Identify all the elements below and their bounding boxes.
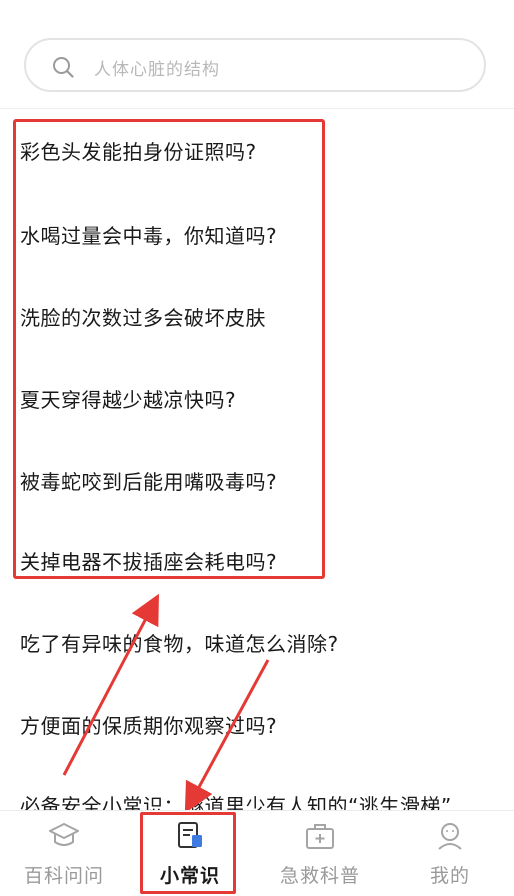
nav-item-first-aid[interactable]: 急救科普 xyxy=(256,811,384,896)
search-placeholder: 人体心脏的结构 xyxy=(94,60,220,80)
search-icon xyxy=(53,57,74,78)
bottom-nav: 百科问问 小常识 急救科普 我的 xyxy=(0,810,514,896)
user-icon xyxy=(438,823,462,850)
first-aid-kit-icon xyxy=(306,824,334,849)
list-item[interactable]: 方便面的保质期你观察过吗? xyxy=(20,710,277,739)
search-input[interactable]: 人体心脏的结构 xyxy=(24,38,486,92)
search-header: 人体心脏的结构 xyxy=(0,0,514,110)
page: 人体心脏的结构 彩色头发能拍身份证照吗? 水喝过量会中毒，你知道吗? 洗脸的次数… xyxy=(0,0,514,896)
nav-label: 百科问问 xyxy=(23,865,104,887)
nav-label: 我的 xyxy=(429,865,470,887)
nav-item-mine[interactable]: 我的 xyxy=(386,811,514,896)
annotation-highlight-box xyxy=(13,119,325,579)
annotation-nav-highlight-box xyxy=(140,812,236,894)
nav-label: 急救科普 xyxy=(279,865,360,887)
graduation-cap-icon xyxy=(49,823,79,846)
nav-item-encyclopedia[interactable]: 百科问问 xyxy=(0,811,128,896)
list-item[interactable]: 吃了有异味的食物，味道怎么消除? xyxy=(20,628,339,657)
header-divider xyxy=(0,108,514,109)
